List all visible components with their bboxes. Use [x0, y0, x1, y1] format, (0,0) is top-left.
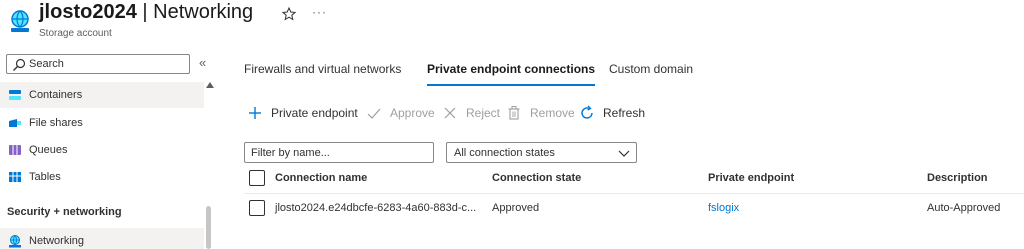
header-divider [244, 193, 1024, 194]
sidebar-item-networking[interactable]: Networking [0, 228, 204, 249]
button-label: Remove [530, 106, 575, 120]
search-placeholder: Search [29, 58, 64, 70]
resource-name: jlosto2024 [39, 1, 137, 23]
checkmark-icon [367, 108, 381, 119]
tab-label: Firewalls and virtual networks [244, 62, 402, 76]
column-header-connection-state[interactable]: Connection state [492, 172, 581, 184]
trash-icon [508, 106, 520, 120]
page-subtitle: Storage account [39, 28, 112, 39]
section-heading-security-networking: Security + networking [7, 206, 122, 218]
cell-connection-name: jlosto2024.e24dbcfe-6283-4a60-883d-c... [275, 202, 477, 214]
close-icon [444, 107, 456, 119]
menu-search-input[interactable]: Search [6, 54, 190, 74]
sidebar-item-tables[interactable]: Tables [0, 164, 204, 190]
sidebar-item-label: Containers [29, 89, 83, 101]
sidebar-item-containers[interactable]: Containers [0, 82, 204, 108]
column-header-description[interactable]: Description [927, 172, 988, 184]
star-outline-icon[interactable] [282, 7, 296, 21]
plus-icon [249, 107, 261, 119]
row-checkbox[interactable] [249, 200, 265, 216]
chevron-down-icon [618, 150, 630, 157]
private-endpoint-link[interactable]: fslogix [708, 202, 739, 214]
sidebar-item-queues[interactable]: Queues [0, 137, 204, 163]
connection-state-dropdown[interactable]: All connection states [446, 142, 637, 163]
cell-connection-state: Approved [492, 202, 540, 214]
resource-menu: Search « Containers File shares Queues T… [0, 46, 218, 249]
networking-icon [9, 235, 21, 248]
queues-icon [9, 145, 21, 155]
active-tab-indicator [427, 84, 596, 86]
sidebar-item-file-shares[interactable]: File shares [0, 110, 204, 136]
column-header-private-endpoint[interactable]: Private endpoint [708, 172, 794, 184]
sidebar-item-label: Networking [29, 235, 85, 247]
scroll-up-arrow[interactable] [206, 82, 214, 88]
containers-icon [9, 90, 21, 100]
networking-resource-icon [11, 10, 29, 32]
file-shares-icon [9, 119, 21, 127]
tab-private-endpoint-connections[interactable]: Private endpoint connections [427, 62, 596, 88]
tab-label: Private endpoint connections [427, 62, 596, 76]
tab-custom-domain[interactable]: Custom domain [609, 62, 693, 88]
collapse-menu-button[interactable]: « [199, 55, 206, 70]
more-options-button[interactable]: ··· [312, 5, 327, 19]
button-label: Reject [466, 106, 501, 120]
button-label: Approve [390, 106, 435, 120]
tables-icon [9, 172, 21, 182]
filter-placeholder: Filter by name... [251, 147, 330, 159]
sidebar-item-label: Queues [29, 144, 68, 156]
page-header: jlosto2024 | Networking Storage account … [0, 0, 1024, 46]
cell-description: Auto-Approved [927, 202, 1001, 214]
scrollbar-thumb[interactable] [206, 206, 211, 249]
select-all-checkbox[interactable] [249, 170, 265, 186]
filter-by-name-input[interactable]: Filter by name... [244, 142, 434, 163]
refresh-icon [581, 105, 593, 119]
page-title: jlosto2024 | Networking [39, 1, 253, 24]
dropdown-value: All connection states [454, 147, 555, 159]
tab-label: Custom domain [609, 62, 694, 76]
blade-name: | Networking [136, 1, 254, 23]
search-icon [13, 58, 26, 71]
sidebar-item-label: Tables [29, 171, 61, 183]
sidebar-item-label: File shares [29, 117, 83, 129]
tab-firewalls-virtual-networks[interactable]: Firewalls and virtual networks [244, 62, 401, 88]
button-label: Refresh [603, 106, 646, 120]
column-header-connection-name[interactable]: Connection name [275, 172, 367, 184]
button-label: Private endpoint [271, 106, 358, 120]
